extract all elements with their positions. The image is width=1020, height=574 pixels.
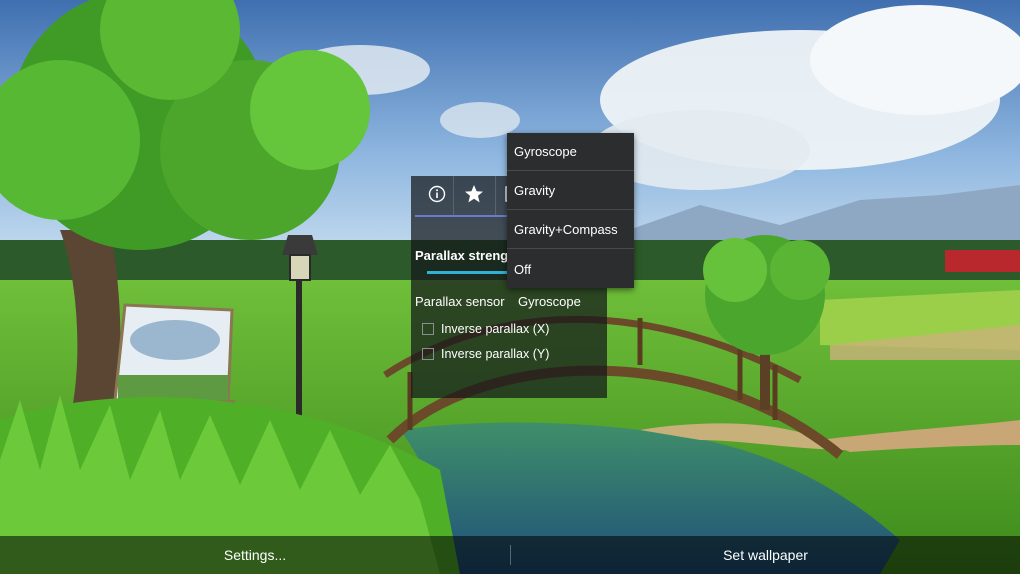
set-wallpaper-button[interactable]: Set wallpaper bbox=[511, 536, 1020, 574]
parallax-strength-slider[interactable] bbox=[427, 271, 519, 274]
tab-favorites[interactable] bbox=[453, 176, 494, 216]
menu-item-off[interactable]: Off bbox=[507, 250, 634, 288]
inverse-parallax-y-row[interactable]: Inverse parallax (Y) bbox=[422, 347, 549, 361]
settings-button[interactable]: Settings... bbox=[0, 536, 510, 574]
parallax-strength-label: Parallax strengt bbox=[415, 248, 513, 263]
menu-item-gyroscope[interactable]: Gyroscope bbox=[507, 133, 634, 171]
parallax-sensor-label: Parallax sensor bbox=[415, 294, 505, 309]
info-icon bbox=[428, 185, 446, 208]
tab-underline-info bbox=[415, 215, 455, 217]
parallax-sensor-value[interactable]: Gyroscope bbox=[518, 294, 581, 309]
inverse-parallax-x-label: Inverse parallax (X) bbox=[441, 322, 550, 336]
inverse-parallax-x-checkbox[interactable] bbox=[422, 323, 434, 335]
inverse-parallax-x-row[interactable]: Inverse parallax (X) bbox=[422, 322, 549, 336]
sensor-dropdown-menu: Gyroscope Gravity Gravity+Compass Off bbox=[507, 133, 634, 288]
bottom-action-bar: Settings... Set wallpaper bbox=[0, 536, 1020, 574]
tab-underline-favorites bbox=[455, 215, 495, 217]
tab-info[interactable] bbox=[417, 176, 457, 216]
menu-item-gravity[interactable]: Gravity bbox=[507, 172, 634, 210]
parallax-sensor-row[interactable]: Parallax sensor Gyroscope bbox=[415, 294, 605, 309]
inverse-parallax-y-checkbox[interactable] bbox=[422, 348, 434, 360]
menu-item-gravity-compass[interactable]: Gravity+Compass bbox=[507, 211, 634, 249]
inverse-parallax-y-label: Inverse parallax (Y) bbox=[441, 347, 550, 361]
star-icon bbox=[464, 184, 484, 209]
